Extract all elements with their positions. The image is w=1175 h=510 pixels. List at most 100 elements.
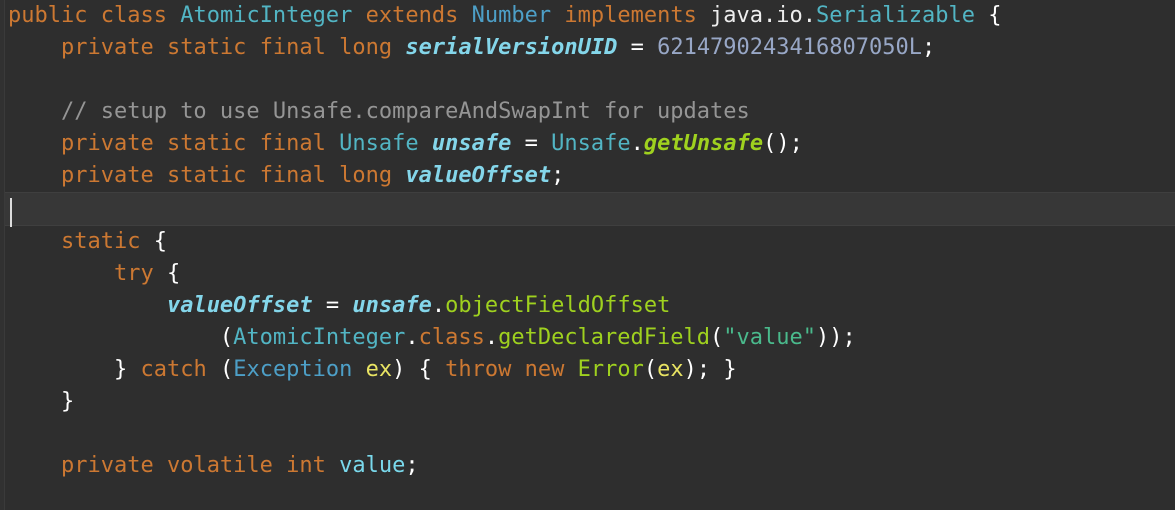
code-line[interactable]: private static final long valueOffset; — [0, 160, 1175, 192]
code-line[interactable] — [0, 482, 1175, 510]
code-token: long — [339, 163, 393, 188]
code-token: public — [8, 3, 88, 28]
code-token: catch — [140, 357, 207, 382]
code-line[interactable]: } — [0, 386, 1175, 418]
gutter-divider — [4, 0, 5, 510]
code-token: private — [60, 163, 154, 188]
code-token: int — [286, 453, 326, 478]
code-line[interactable] — [0, 192, 1175, 226]
code-token: ( — [219, 325, 234, 350]
code-token: ( — [219, 357, 234, 382]
code-line[interactable]: private volatile int value; — [0, 450, 1175, 482]
code-token: AtomicInteger — [180, 3, 353, 28]
code-token: Number — [471, 3, 552, 28]
code-token: valueOffset — [166, 293, 313, 318]
code-token: 6214790243416807050L — [657, 35, 922, 60]
code-token: static — [166, 163, 247, 188]
code-token: private — [60, 453, 154, 478]
code-token: throw — [445, 357, 512, 382]
code-line[interactable]: private static final long serialVersionU… — [0, 32, 1175, 64]
code-line[interactable] — [0, 418, 1175, 450]
code-token: java.io. — [696, 3, 817, 28]
code-token: private — [60, 35, 154, 60]
code-token: . — [431, 293, 446, 318]
code-token: private — [60, 131, 154, 156]
code-token: Unsafe — [339, 131, 419, 156]
code-token: ; — [921, 35, 936, 60]
code-token: { — [405, 357, 432, 382]
code-token: static — [60, 229, 141, 254]
code-text-area[interactable]: public class AtomicInteger extends Numbe… — [0, 0, 1175, 510]
code-line[interactable]: valueOffset = unsafe.objectFieldOffset — [0, 290, 1175, 322]
code-token: = — [524, 131, 538, 156]
code-token: final — [259, 35, 326, 60]
code-line[interactable]: } catch (Exception ex) { throw new Error… — [0, 354, 1175, 386]
code-token: final — [259, 131, 326, 156]
code-line[interactable]: private static final Unsafe unsafe = Uns… — [0, 128, 1175, 160]
code-token: class — [100, 3, 167, 28]
code-token: ; — [405, 453, 419, 478]
code-line[interactable]: // setup to use Unsafe.compareAndSwapInt… — [0, 96, 1175, 128]
code-token: ( — [710, 325, 724, 350]
code-editor[interactable]: public class AtomicInteger extends Numbe… — [0, 0, 1175, 510]
code-token: volatile — [166, 453, 273, 478]
code-token: unsafe — [352, 293, 432, 318]
code-token: new — [524, 357, 565, 382]
code-token: static — [166, 35, 247, 60]
code-token: static — [166, 131, 247, 156]
code-line[interactable]: (AtomicInteger.class.getDeclaredField("v… — [0, 322, 1175, 354]
code-token: implements — [564, 3, 697, 28]
code-line[interactable]: try { — [0, 258, 1175, 290]
code-token: ); } — [683, 357, 737, 382]
code-token: Error — [577, 357, 644, 382]
code-token: . — [405, 325, 419, 350]
code-line[interactable]: public class AtomicInteger extends Numbe… — [0, 0, 1175, 32]
code-token: (); — [763, 131, 803, 156]
code-token: value — [339, 453, 406, 478]
code-token: try — [113, 261, 154, 286]
code-token: Serializable — [816, 3, 975, 28]
code-token: ex — [365, 357, 393, 382]
code-token: { — [140, 229, 167, 254]
code-token: ) — [392, 357, 406, 382]
code-token: } — [113, 357, 128, 382]
code-token: )); — [815, 325, 856, 350]
code-token: unsafe — [431, 131, 512, 156]
code-token: class — [418, 325, 485, 350]
code-token: "value" — [723, 325, 816, 350]
code-token: ex — [657, 357, 684, 382]
code-line[interactable]: static { — [0, 226, 1175, 258]
code-token: . — [484, 325, 499, 350]
code-line[interactable] — [0, 64, 1175, 96]
code-token: Exception — [233, 357, 353, 382]
